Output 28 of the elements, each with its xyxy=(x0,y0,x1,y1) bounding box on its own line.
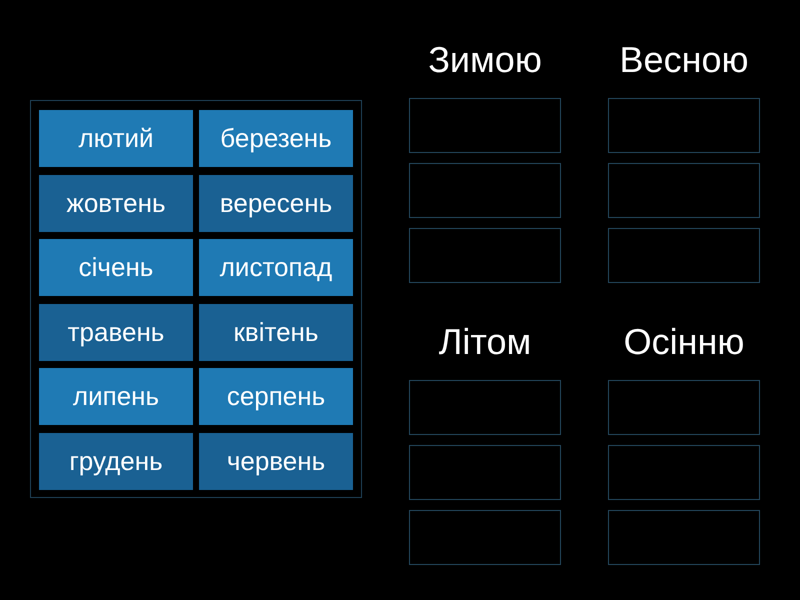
month-tile[interactable]: липень xyxy=(39,368,193,426)
month-tile[interactable]: січень xyxy=(39,239,193,296)
month-tile[interactable]: листопад xyxy=(199,239,353,296)
month-tile[interactable]: травень xyxy=(39,304,193,361)
drop-slot[interactable] xyxy=(608,445,760,500)
drop-slot[interactable] xyxy=(608,228,760,283)
month-tile[interactable]: червень xyxy=(199,432,353,490)
drop-slot[interactable] xyxy=(409,510,561,565)
drop-slot[interactable] xyxy=(409,445,561,500)
drop-slot[interactable] xyxy=(409,380,561,435)
drop-slot[interactable] xyxy=(608,98,760,153)
drop-slot[interactable] xyxy=(409,163,561,218)
drop-slot[interactable] xyxy=(409,228,561,283)
month-tile[interactable]: грудень xyxy=(39,432,193,490)
month-tile[interactable]: березень xyxy=(199,110,353,167)
month-tile[interactable]: жовтень xyxy=(39,174,193,232)
group-heading: Зимою xyxy=(428,38,542,82)
group-heading: Осінню xyxy=(624,320,744,364)
drop-slot[interactable] xyxy=(409,98,561,153)
group-heading: Весною xyxy=(620,38,748,82)
month-tile[interactable]: квітень xyxy=(199,304,353,361)
drop-slot[interactable] xyxy=(608,510,760,565)
month-tile[interactable]: вересень xyxy=(199,174,353,232)
group-heading: Літом xyxy=(438,320,532,364)
drop-slot[interactable] xyxy=(608,163,760,218)
month-tile[interactable]: лютий xyxy=(39,110,193,167)
drop-slot[interactable] xyxy=(608,380,760,435)
month-tile[interactable]: серпень xyxy=(199,368,353,426)
